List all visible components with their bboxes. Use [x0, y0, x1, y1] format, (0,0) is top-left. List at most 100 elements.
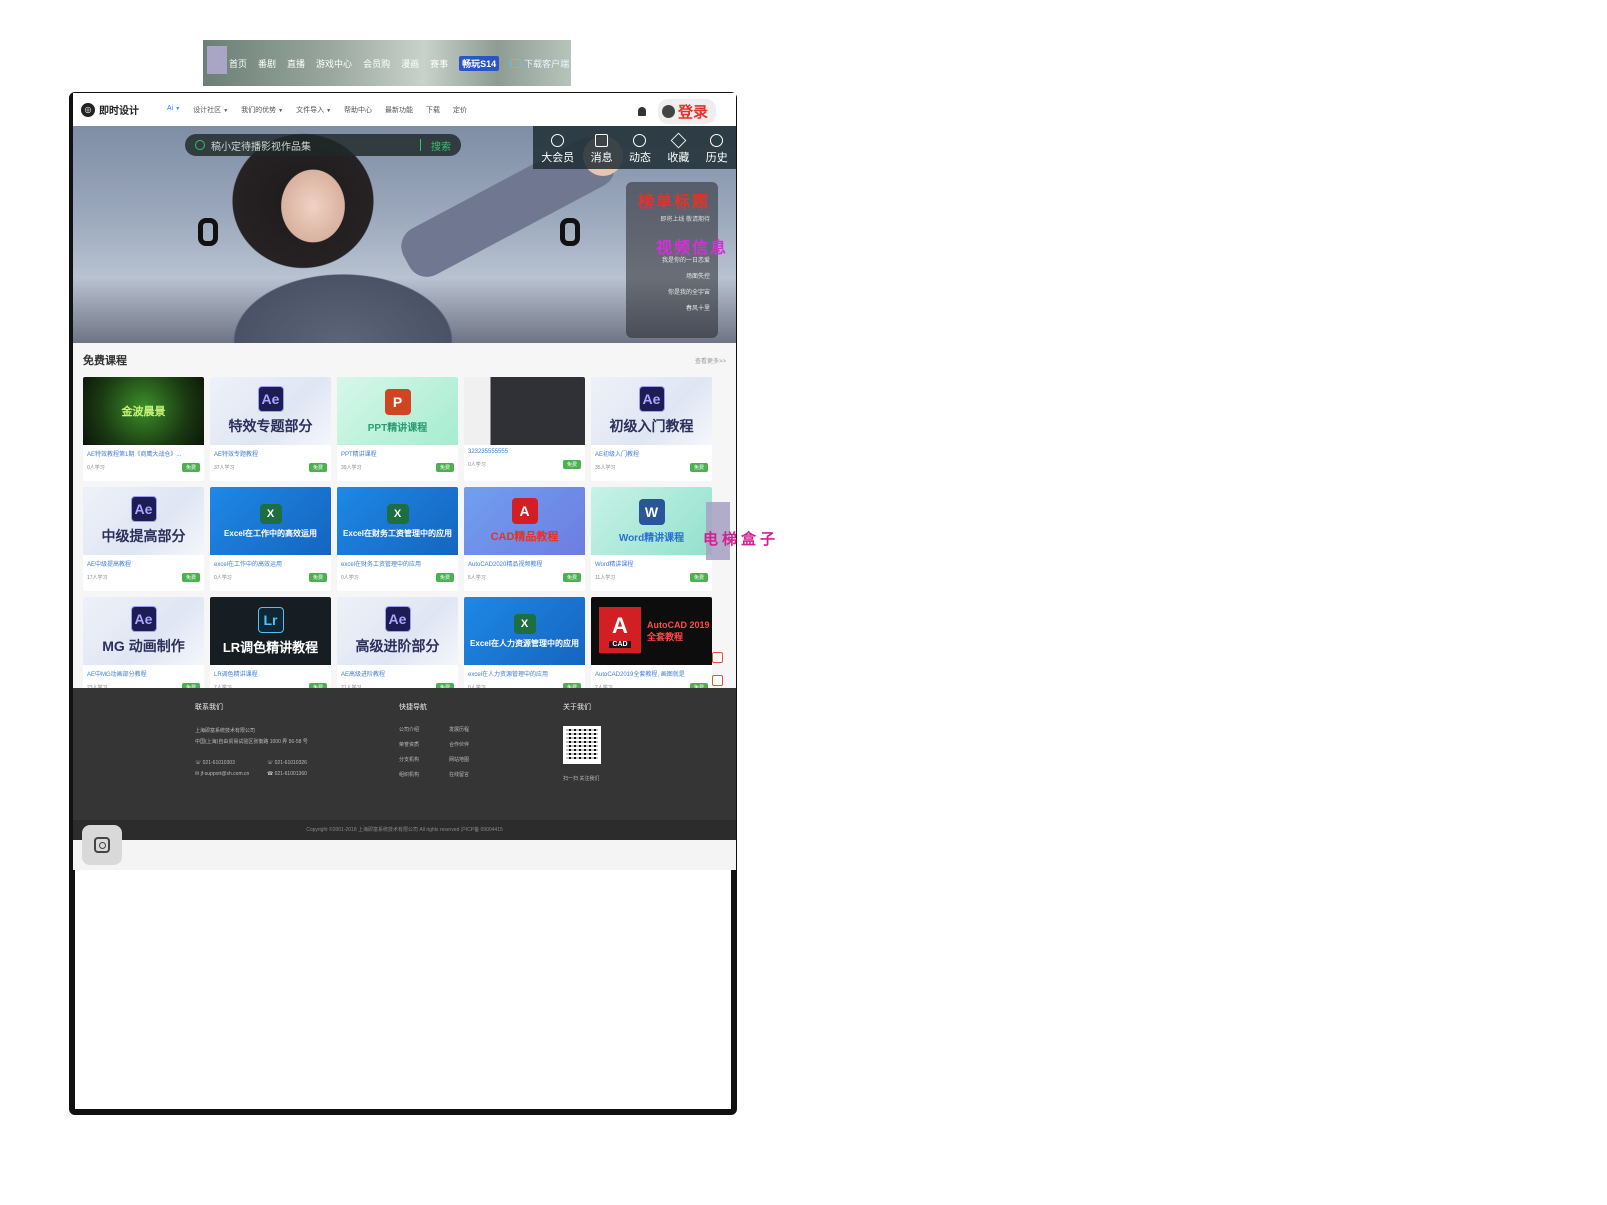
search-button[interactable]: 搜索: [431, 138, 451, 153]
strip-nav-comics[interactable]: 漫画: [401, 57, 419, 70]
course-card[interactable]: 金波晨景 AE特效教程第1期《商鹰大战仓》... 0人学习 免费: [83, 377, 204, 481]
course-title[interactable]: PPT精讲课程: [337, 445, 458, 458]
nav-item-import[interactable]: 文件导入 ▼: [296, 105, 331, 115]
course-card[interactable]: P PPT精讲课程 PPT精讲课程 39人学习 免费: [337, 377, 458, 481]
clock-icon: [710, 133, 724, 147]
course-title[interactable]: AutoCAD2019全套教程, 画图就是: [591, 665, 712, 678]
footer-link[interactable]: 发展历程: [449, 726, 499, 733]
course-thumb: 金波晨景: [83, 377, 204, 445]
course-meta: 0人学习免费: [464, 455, 585, 469]
ae-icon: Ae: [257, 386, 284, 412]
footer-link[interactable]: 网站地图: [449, 756, 499, 763]
course-card[interactable]: W Word精讲课程 Word精讲课程 11人学习 免费: [591, 487, 712, 591]
strip-nav-anime[interactable]: 番剧: [258, 57, 276, 70]
hero-banner[interactable]: 稿小定待播影视作品集 搜索 大会员 消息 动态 收藏 历史 榜单标题 即将上线 …: [73, 126, 736, 343]
quick-activity[interactable]: 动态: [629, 133, 651, 165]
course-card[interactable]: X Excel在财务工资管理中的应用 excel在财务工资管理中的应用 0人学习免…: [337, 487, 458, 591]
strip-nav-s14[interactable]: 畅玩S14: [459, 55, 500, 71]
course-card[interactable]: A CAD AutoCAD 2019全套教程 AutoCAD2019全套教程, 画…: [591, 597, 712, 701]
course-title[interactable]: 323235555555: [464, 445, 585, 455]
course-title[interactable]: Word精讲课程: [591, 555, 712, 568]
footer-link[interactable]: 在线留言: [449, 771, 499, 778]
bell-icon[interactable]: [637, 107, 646, 116]
course-card[interactable]: Ae 特效专题部分 AE特效专题教程 37人学习 免费: [210, 377, 331, 481]
course-card[interactable]: XExcel在人力资源管理中的应用 excel在人力资源管理中的应用 0人学习免…: [464, 597, 585, 701]
login-button[interactable]: 登录: [657, 99, 716, 124]
course-thumb: X Excel在财务工资管理中的应用: [337, 487, 458, 555]
strip-nav-events[interactable]: 赛事: [430, 57, 448, 70]
brand[interactable]: ◎ 即时设计: [81, 102, 139, 117]
strip-logo-block: [207, 46, 227, 74]
email-line[interactable]: ✉ jf-support@sh.com.cn: [195, 769, 267, 780]
course-card[interactable]: 323235555555 0人学习 免费: [464, 377, 585, 481]
elevator-box-label[interactable]: 电梯盒子: [703, 528, 779, 549]
strip-nav-shop[interactable]: 会员购: [363, 57, 390, 70]
quick-favorites[interactable]: 收藏: [667, 132, 689, 165]
course-card[interactable]: X Excel在工作中的高效运用 excel在工作中的高效运用 0人学习 免费: [210, 487, 331, 591]
footer-contact: 联系我们 上海即富系统技术有限公司 中国(上海)自由贸易试验区张衡路 1000 …: [195, 702, 339, 780]
course-title[interactable]: excel在财务工资管理中的应用: [337, 555, 458, 568]
quick-history[interactable]: 历史: [706, 133, 728, 165]
course-card[interactable]: AeMG 动画制作 AE中MG动画部分教程 23人学习免费: [83, 597, 204, 701]
course-title[interactable]: AE中级提高教程: [83, 555, 204, 568]
course-card[interactable]: Ae 中级提高部分 AE中级提高教程 17人学习 免费: [83, 487, 204, 591]
course-thumb: Ae 初级入门教程: [591, 377, 712, 445]
nav-item-advantages[interactable]: 我们的优势 ▼: [241, 105, 283, 115]
video-info-label: 视频信息: [655, 240, 728, 257]
course-title[interactable]: AE中MG动画部分教程: [83, 665, 204, 678]
nav-item-pricing[interactable]: 定价: [453, 105, 467, 115]
course-title[interactable]: AE特效教程第1期《商鹰大战仓》...: [83, 445, 204, 458]
ranking-item[interactable]: 你是我的全宇宙: [634, 285, 710, 301]
nav-item-new-features[interactable]: 最新功能: [385, 105, 413, 115]
free-badge: 免费: [308, 573, 327, 582]
calendar-icon[interactable]: [712, 675, 723, 686]
course-title[interactable]: AE特效专题教程: [210, 445, 331, 458]
nav-item-community[interactable]: 设计社区 ▼: [193, 105, 228, 115]
course-meta: 39人学习 免费: [337, 458, 458, 472]
course-thumb: Ae 高级进阶部分: [337, 597, 458, 665]
course-title[interactable]: excel在人力资源管理中的应用: [464, 665, 585, 678]
course-card[interactable]: Ae 初级入门教程 AE初级入门教程 35人学习 免费: [591, 377, 712, 481]
course-card[interactable]: Ae高级进阶部分 AE高级进阶教程 21人学习免费: [337, 597, 458, 701]
course-card[interactable]: A CAD精品教程 AutoCAD2020精品视频教程 5人学习 免费: [464, 487, 585, 591]
quick-messages[interactable]: 消息: [591, 133, 613, 165]
strip-nav-game-center[interactable]: 游戏中心: [316, 57, 352, 70]
strip-nav-home[interactable]: 首页: [229, 57, 247, 70]
ranking-item[interactable]: 场面失控: [634, 269, 710, 285]
free-badge: 免费: [181, 573, 200, 582]
course-title[interactable]: LR调色精讲课程: [210, 665, 331, 678]
visual-search-button[interactable]: [82, 825, 122, 865]
footer-link[interactable]: 组织机构: [399, 771, 449, 778]
sketch-mark-right: [560, 218, 580, 246]
chevron-down-icon: ▼: [175, 105, 181, 112]
course-title[interactable]: AutoCAD2020精品视频教程: [464, 555, 585, 568]
quick-vip[interactable]: 大会员: [541, 133, 574, 165]
course-title[interactable]: excel在工作中的高效运用: [210, 555, 331, 568]
brand-name: 即时设计: [99, 106, 139, 117]
footer-link[interactable]: 分支机构: [399, 756, 449, 763]
course-meta: 17人学习 免费: [83, 568, 204, 582]
qr-caption: 扫一扫 关注我们: [563, 776, 600, 782]
course-title[interactable]: AE高级进阶教程: [337, 665, 458, 678]
search-input[interactable]: 稿小定待播影视作品集: [211, 138, 410, 153]
gift-icon[interactable]: [712, 652, 723, 663]
excel-icon: X: [513, 613, 536, 634]
footer-link[interactable]: 公司介绍: [399, 726, 449, 733]
strip-nav-live[interactable]: 直播: [287, 57, 305, 70]
ranking-item[interactable]: 春风十里: [634, 301, 710, 317]
course-card[interactable]: LrLR调色精讲教程 LR调色精讲课程 7人学习免费: [210, 597, 331, 701]
courses-more-link[interactable]: 查看更多>>: [695, 356, 726, 365]
footer-phones: ☏ 021-61010303 ☏ 021-61010326 ✉ jf-suppo…: [195, 758, 339, 780]
course-title[interactable]: AE初级入门教程: [591, 445, 712, 458]
free-badge: 免费: [689, 463, 708, 472]
strip-download-label: 下载客户端: [524, 58, 570, 69]
footer-link[interactable]: 荣誉资质: [399, 741, 449, 748]
footer-link[interactable]: 合作伙伴: [449, 741, 499, 748]
nav-item-download[interactable]: 下载: [426, 105, 440, 115]
strip-download-link[interactable]: 下载客户端: [510, 57, 569, 70]
nav-item-ai[interactable]: Ai ▼: [167, 105, 180, 115]
powerpoint-icon: P: [384, 388, 411, 415]
quick-icon-bar: 大会员 消息 动态 收藏 历史: [533, 126, 736, 169]
nav-item-help[interactable]: 帮助中心: [344, 105, 372, 115]
footer-about: 关于我们 扫一扫 关注我们: [563, 702, 601, 785]
